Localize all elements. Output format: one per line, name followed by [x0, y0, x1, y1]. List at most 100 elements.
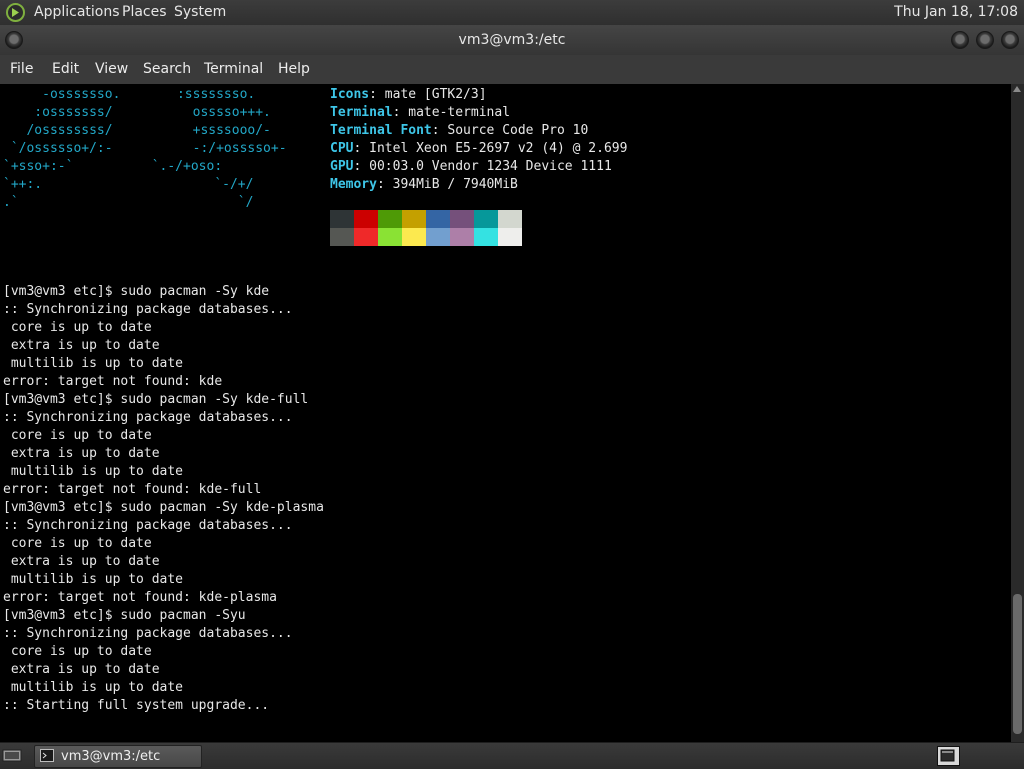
- terminal-line: core is up to date: [3, 536, 152, 551]
- color-swatch: [498, 210, 522, 228]
- applications-menu[interactable]: Applications: [29, 0, 125, 25]
- terminal-line: extra is up to date: [3, 446, 160, 461]
- show-desktop-icon[interactable]: [2, 747, 22, 763]
- color-swatch: [474, 228, 498, 246]
- info-value: 394MiB / 7940MiB: [384, 177, 518, 192]
- ascii-art-line: +ssssooo/-: [130, 123, 271, 138]
- ascii-art-line: `/ossssso+/:-: [3, 141, 113, 156]
- ascii-art-line: :ssssssso.: [130, 87, 271, 102]
- color-swatch: [402, 210, 426, 228]
- terminal-line: core is up to date: [3, 644, 152, 659]
- terminal-line: [vm3@vm3 etc]$ sudo pacman -Syu: [3, 608, 246, 623]
- terminal-line: multilib is up to date: [3, 572, 184, 587]
- info-key: Icons: [330, 87, 370, 102]
- scroll-up-arrow-icon[interactable]: [1013, 86, 1021, 92]
- info-colon: :: [431, 123, 440, 138]
- terminal-line: multilib is up to date: [3, 356, 184, 371]
- menu-edit[interactable]: Edit: [52, 55, 79, 84]
- ascii-art-line: `.-/+oso:: [3, 159, 223, 174]
- terminal-line: :: Synchronizing package databases...: [3, 518, 293, 533]
- menu-view[interactable]: View: [95, 55, 128, 84]
- terminal-line: [vm3@vm3 etc]$ sudo pacman -Sy kde: [3, 284, 270, 299]
- top-panel: Applications Places System Thu Jan 18, 1…: [0, 0, 1024, 25]
- terminal-line: error: target not found: kde-plasma: [3, 590, 277, 605]
- ascii-art-line: osssso+++.: [130, 105, 271, 120]
- color-swatch: [330, 228, 354, 246]
- info-key: CPU: [330, 141, 354, 156]
- ascii-art-line: `-/+/: [3, 177, 254, 192]
- scrollbar-thumb[interactable]: [1013, 594, 1022, 734]
- color-swatch: [450, 228, 474, 246]
- taskbar-window-label: vm3@vm3:/etc: [61, 749, 161, 764]
- info-cpu: CPU: Intel Xeon E5-2697 v2 (4) @ 2.699: [330, 140, 627, 158]
- info-key: Memory: [330, 177, 377, 192]
- info-terminal-font: Terminal Font: Source Code Pro 10: [330, 122, 588, 140]
- info-colon: :: [369, 87, 377, 102]
- info-value: mate-terminal: [400, 105, 511, 120]
- color-swatch: [498, 228, 522, 246]
- info-value: Intel Xeon E5-2697 v2 (4) @ 2.699: [361, 141, 628, 156]
- terminal-line: [vm3@vm3 etc]$ sudo pacman -Sy kde-plasm…: [3, 500, 324, 515]
- system-menu[interactable]: System: [169, 0, 231, 25]
- color-swatch: [330, 210, 354, 228]
- terminal-line: extra is up to date: [3, 338, 160, 353]
- terminal-line: extra is up to date: [3, 662, 160, 677]
- info-gpu: GPU: 00:03.0 Vendor 1234 Device 1111: [330, 158, 612, 176]
- info-value: Source Code Pro 10: [439, 123, 589, 138]
- info-key: Terminal Font: [330, 123, 432, 138]
- color-swatch: [354, 228, 378, 246]
- terminal-line: multilib is up to date: [3, 464, 184, 479]
- terminal-line: core is up to date: [3, 320, 152, 335]
- info-key: Terminal: [330, 105, 393, 120]
- terminal-line: :: Synchronizing package databases...: [3, 626, 293, 641]
- terminal-scrollbar[interactable]: [1011, 84, 1024, 742]
- menu-terminal[interactable]: Terminal: [204, 55, 263, 84]
- info-colon: :: [376, 177, 385, 192]
- color-swatch: [402, 228, 426, 246]
- menu-help[interactable]: Help: [278, 55, 310, 84]
- color-swatch: [426, 210, 450, 228]
- color-swatch: [450, 210, 474, 228]
- terminal-menubar: File Edit View Search Terminal Help: [0, 55, 1024, 84]
- clock[interactable]: Thu Jan 18, 17:08: [894, 0, 1018, 25]
- info-terminal: Terminal: mate-terminal: [330, 104, 510, 122]
- workspace-switcher-icon[interactable]: [937, 746, 960, 766]
- terminal-line: [vm3@vm3 etc]$ sudo pacman -Sy kde-full: [3, 392, 309, 407]
- color-swatch: [378, 210, 402, 228]
- info-memory: Memory: 394MiB / 7940MiB: [330, 176, 518, 194]
- maximize-button[interactable]: [976, 31, 994, 49]
- ascii-art-line: :osssssss/: [3, 105, 113, 120]
- taskbar-window-button[interactable]: vm3@vm3:/etc: [34, 745, 202, 768]
- info-icons: Icons: mate [GTK2/3]: [330, 86, 487, 104]
- color-swatch: [474, 210, 498, 228]
- mate-logo-icon[interactable]: [6, 3, 25, 22]
- ascii-art-line: -osssssso.: [3, 87, 121, 102]
- terminal-line: :: Synchronizing package databases...: [3, 302, 293, 317]
- terminal-line: multilib is up to date: [3, 680, 184, 695]
- ascii-art-line: /ossssssss/: [3, 123, 113, 138]
- color-swatch: [354, 210, 378, 228]
- terminal-line: :: Starting full system upgrade...: [3, 698, 270, 713]
- menu-search[interactable]: Search: [143, 55, 191, 84]
- terminal-icon: [40, 749, 54, 762]
- bottom-panel: vm3@vm3:/etc: [0, 742, 1024, 769]
- terminal-line: error: target not found: kde: [3, 374, 223, 389]
- window-title: vm3@vm3:/etc: [458, 32, 566, 48]
- places-menu[interactable]: Places: [117, 0, 172, 25]
- menu-file[interactable]: File: [10, 55, 33, 84]
- info-value: 00:03.0 Vendor 1234 Device 1111: [361, 159, 612, 174]
- terminal-line: :: Synchronizing package databases...: [3, 410, 293, 425]
- close-button[interactable]: [1001, 31, 1019, 49]
- info-key: GPU: [330, 159, 354, 174]
- terminal-line: extra is up to date: [3, 554, 160, 569]
- info-value: mate [GTK2/3]: [376, 87, 487, 102]
- terminal-line: error: target not found: kde-full: [3, 482, 262, 497]
- color-swatch: [378, 228, 402, 246]
- ascii-art-line: -:/+osssso+-: [130, 141, 287, 156]
- window-titlebar[interactable]: vm3@vm3:/etc: [0, 25, 1024, 55]
- color-swatch: [426, 228, 450, 246]
- ascii-art-line: `/: [3, 195, 254, 210]
- minimize-button[interactable]: [951, 31, 969, 49]
- terminal-line: core is up to date: [3, 428, 152, 443]
- terminal-output[interactable]: -osssssso. :ssssssso. :osssssss/ osssso+…: [0, 84, 1011, 742]
